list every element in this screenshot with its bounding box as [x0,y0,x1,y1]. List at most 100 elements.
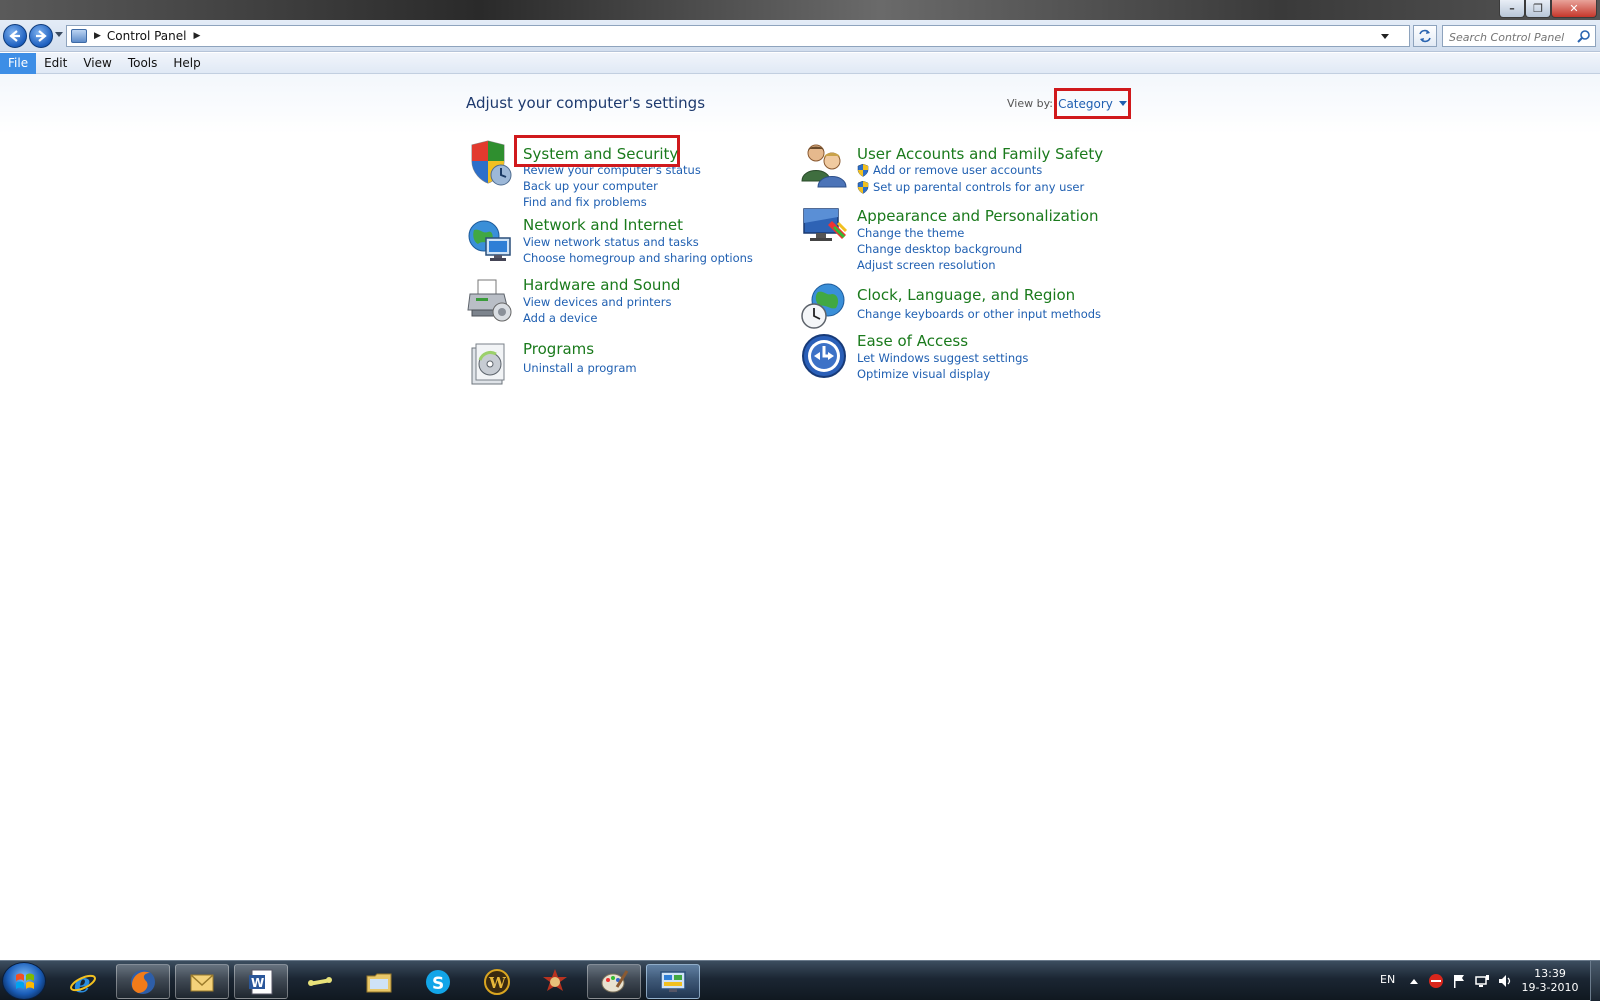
taskbar-control-panel[interactable] [646,964,700,999]
tool-icon [308,976,332,986]
change-keyboards-link[interactable]: Change keyboards or other input methods [857,307,1101,321]
clock[interactable]: 13:39 19-3-2010 [1520,967,1580,995]
taskbar-mail[interactable] [175,964,229,999]
view-by-label: View by: [1007,97,1053,110]
taskbar-internet-explorer[interactable]: e [56,964,110,999]
menu-view[interactable]: View [75,53,119,74]
explorer-folder-icon [366,973,392,992]
show-hidden-icons-button[interactable] [1410,979,1418,984]
clock-time: 13:39 [1534,967,1566,980]
printer-icon[interactable] [466,276,514,324]
taskbar-firefox[interactable] [116,964,170,999]
add-device-link[interactable]: Add a device [523,311,597,325]
users-icon[interactable] [800,141,848,189]
clock-globe-icon[interactable] [800,282,848,330]
security-alert-icon[interactable] [1428,973,1444,989]
action-center-flag-icon[interactable] [1451,973,1467,989]
menu-file[interactable]: File [0,53,37,74]
refresh-icon [1419,29,1431,43]
svg-text:e: e [74,969,91,997]
uac-shield-icon [857,164,869,177]
breadcrumb-chevron-icon[interactable]: ▶ [94,31,101,41]
skype-icon: S [426,969,450,994]
ease-of-access-icon[interactable] [800,332,848,380]
view-network-status-link[interactable]: View network status and tasks [523,235,699,249]
arrow-right-icon [36,30,47,42]
refresh-button[interactable] [1413,25,1437,47]
homegroup-sharing-link[interactable]: Choose homegroup and sharing options [523,251,753,265]
search-box[interactable] [1442,25,1596,48]
network-icon[interactable] [1474,973,1490,989]
uac-shield-icon [857,181,869,194]
screen-resolution-link[interactable]: Adjust screen resolution [857,258,996,272]
change-theme-link[interactable]: Change the theme [857,226,964,240]
parental-controls-label: Set up parental controls for any user [873,180,1085,194]
programs-icon[interactable] [466,340,514,388]
clock-date: 19-3-2010 [1521,981,1579,994]
internet-explorer-icon: e [70,969,96,997]
view-by-value: Category [1058,96,1113,111]
menu-help[interactable]: Help [165,53,208,74]
appearance-title[interactable]: Appearance and Personalization [857,207,1099,225]
minimize-button[interactable]: – [1499,0,1525,18]
chevron-down-icon [1118,101,1127,106]
word-icon: W [249,969,273,994]
show-desktop-button[interactable] [1590,961,1600,1001]
suggest-settings-link[interactable]: Let Windows suggest settings [857,351,1028,365]
view-by-dropdown[interactable]: Category [1054,88,1131,119]
search-icon[interactable] [1577,29,1591,43]
warcraft-icon: W [484,968,510,995]
view-devices-printers-link[interactable]: View devices and printers [523,295,671,309]
uninstall-program-link[interactable]: Uninstall a program [523,361,637,375]
close-button[interactable]: ✕ [1551,0,1597,18]
svg-text:W: W [488,974,507,992]
menu-tools[interactable]: Tools [120,53,166,74]
breadcrumb-chevron-icon[interactable]: ▶ [194,31,201,41]
window-title-bar: – ❐ ✕ [0,0,1600,20]
start-button[interactable] [2,962,46,1000]
breadcrumb-control-panel[interactable]: Control Panel [107,29,187,43]
back-up-computer-link[interactable]: Back up your computer [523,179,658,193]
taskbar-warcraft[interactable]: W [470,964,524,999]
taskbar-game[interactable] [528,964,582,999]
svg-text:W: W [251,976,264,990]
svg-text:S: S [432,974,444,994]
taskbar-explorer[interactable] [352,964,406,999]
recent-pages-dropdown[interactable] [55,32,63,37]
globe-network-icon[interactable] [466,216,514,264]
maximize-button[interactable]: ❐ [1525,0,1551,18]
taskbar: e W S W EN 13:39 19-3-2010 [0,960,1600,1001]
display-paint-icon[interactable] [800,203,848,251]
ease-access-title[interactable]: Ease of Access [857,332,968,350]
hardware-sound-title[interactable]: Hardware and Sound [523,276,680,294]
back-button[interactable] [3,24,27,48]
mail-icon [190,973,214,991]
volume-icon[interactable] [1497,973,1513,989]
find-fix-problems-link[interactable]: Find and fix problems [523,195,647,209]
add-remove-accounts-link[interactable]: Add or remove user accounts [857,163,1042,177]
clock-region-title[interactable]: Clock, Language, and Region [857,286,1075,304]
optimize-visual-link[interactable]: Optimize visual display [857,367,990,381]
address-dropdown-icon[interactable] [1381,34,1389,39]
user-accounts-title[interactable]: User Accounts and Family Safety [857,145,1103,163]
search-input[interactable] [1443,27,1573,48]
forward-button[interactable] [29,24,53,48]
taskbar-skype[interactable]: S [411,964,465,999]
change-background-link[interactable]: Change desktop background [857,242,1022,256]
paint-icon [601,969,629,992]
programs-title[interactable]: Programs [523,340,594,358]
shield-icon[interactable] [466,139,514,187]
taskbar-tool[interactable] [293,964,347,999]
taskbar-word[interactable]: W [234,964,288,999]
language-indicator[interactable]: EN [1380,973,1395,986]
address-bar[interactable]: ▶ Control Panel ▶ [66,25,1410,47]
arrow-left-icon [9,30,20,42]
taskbar-paint[interactable] [587,964,641,999]
navigation-bar: ▶ Control Panel ▶ [0,20,1600,52]
menu-edit[interactable]: Edit [36,53,75,74]
parental-controls-link[interactable]: Set up parental controls for any user [857,180,1084,194]
page-title: Adjust your computer's settings [466,94,706,112]
game-icon [543,968,567,991]
network-internet-title[interactable]: Network and Internet [523,216,683,234]
system-security-title-highlighted[interactable]: System and Security [523,145,678,163]
